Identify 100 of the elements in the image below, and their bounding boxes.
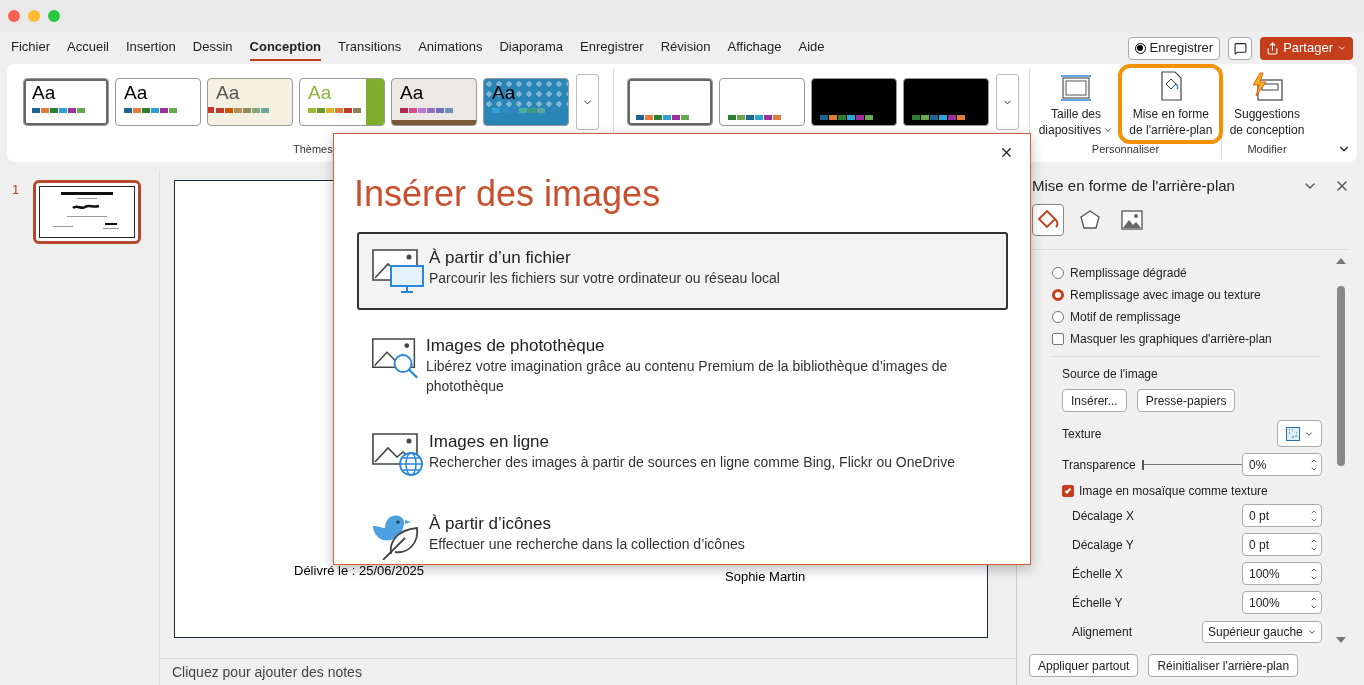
- variant-thumbnail[interactable]: [811, 78, 897, 126]
- theme-thumbnail[interactable]: Aa: [483, 78, 569, 126]
- option-label: Image en mosaïque comme texture: [1079, 483, 1268, 500]
- pane-button[interactable]: Presse-papiers: [1136, 389, 1236, 412]
- menu-tab[interactable]: Diaporama: [499, 35, 564, 61]
- pane-title: Mise en forme de l'arrière-plan: [1032, 175, 1235, 196]
- texture-icon: [1285, 426, 1300, 441]
- menu-tab[interactable]: Fichier: [11, 35, 50, 61]
- option-description: Parcourir les fichiers sur votre ordinateur ou réseau local: [429, 269, 780, 288]
- spin-field[interactable]: 0 pt: [1242, 504, 1322, 527]
- spin-field[interactable]: 0%: [1242, 453, 1322, 476]
- insert-option[interactable]: À partir d’un fichier Parcourir les fichiers sur votre ordinateur ou réseau local: [357, 232, 1008, 310]
- group-label: Thèmes: [293, 141, 334, 157]
- menu-tab[interactable]: Révision: [660, 35, 711, 61]
- option-description: Rechercher des images à partir de sources en ligne comme Bing, Flickr ou OneDrive: [429, 453, 955, 472]
- caret-icon: [1103, 125, 1114, 135]
- dialog-title: Insérer des images: [354, 172, 662, 216]
- theme-thumbnail[interactable]: Aa: [391, 78, 477, 126]
- pentagon-icon: [1078, 208, 1102, 232]
- theme-sample-text: Aa: [124, 81, 148, 105]
- field-value: 0 pt: [1249, 507, 1269, 525]
- theme-sample-text: Aa: [492, 81, 516, 105]
- button-label: Mise en forme: [1132, 106, 1209, 122]
- menu-tab[interactable]: Conception: [249, 35, 322, 61]
- button-label: Taille des: [1050, 106, 1101, 122]
- option-title: À partir d’icônes: [429, 514, 552, 534]
- spin-field[interactable]: 0 pt: [1242, 533, 1322, 556]
- pane-button[interactable]: Appliquer partout: [1029, 654, 1139, 677]
- ribbon-button[interactable]: Taille des diapositives: [1032, 68, 1120, 138]
- notes-field[interactable]: Cliquez pour ajouter des notes: [172, 661, 572, 683]
- field-label: Échelle Y: [1072, 594, 1123, 612]
- option-title: Images de photothèque: [425, 336, 606, 356]
- menu-tab[interactable]: Dessin: [192, 35, 233, 61]
- scrollbar[interactable]: [1336, 258, 1346, 643]
- share-button[interactable]: Partager: [1260, 36, 1353, 60]
- button-label: de conception: [1229, 122, 1305, 138]
- theme-thumbnail[interactable]: Aa: [207, 78, 293, 126]
- pane-button[interactable]: Insérer...: [1062, 389, 1127, 412]
- theme-thumbnail[interactable]: Aa: [115, 78, 201, 126]
- radio-button[interactable]: [1052, 267, 1064, 279]
- menu-tab[interactable]: Affichage: [727, 35, 782, 61]
- option-label: Motif de remplissage: [1070, 309, 1181, 326]
- pane-tab[interactable]: [1032, 204, 1064, 236]
- field-label: Transparence: [1062, 456, 1137, 474]
- field-label: Texture: [1062, 425, 1102, 443]
- option-title: À partir d’un fichier: [429, 248, 572, 268]
- field-label: Échelle X: [1072, 565, 1123, 583]
- alignment-dropdown[interactable]: Supérieur gauche: [1202, 620, 1322, 643]
- ribbon-button[interactable]: Suggestions de conception: [1223, 68, 1311, 138]
- radio-button[interactable]: [1052, 289, 1064, 301]
- menu-tab[interactable]: Aide: [798, 35, 825, 61]
- insert-option[interactable]: Images de photothèque Libérez votre imagination grâce au contenu Premium de la bibliothèque d’images de photothèque: [357, 320, 1008, 406]
- menu-tab[interactable]: Insertion: [125, 35, 176, 61]
- theme-sample-text: Aa: [216, 81, 240, 105]
- insert-option[interactable]: Images en ligne Rechercher des images à partir de sources en ligne comme Bing, Flickr ou OneDrive: [357, 416, 1008, 488]
- group-label: Modifier: [1247, 141, 1287, 157]
- comment-icon: [1233, 41, 1247, 55]
- lightning-layout-icon: [1250, 72, 1284, 102]
- pane-button[interactable]: Réinitialiser l'arrière-plan: [1148, 654, 1299, 677]
- caret-icon: [1337, 43, 1347, 53]
- checkbox[interactable]: [1052, 333, 1064, 345]
- section-label: Source de l'image: [1062, 366, 1159, 383]
- slide-text: Sophie Martin: [725, 568, 806, 586]
- picture-icon: [1120, 208, 1144, 232]
- texture-dropdown[interactable]: [1277, 420, 1322, 447]
- option-title: Images en ligne: [429, 432, 551, 452]
- option-label: Remplissage dégradé: [1070, 265, 1187, 282]
- comments-button[interactable]: [1228, 36, 1253, 60]
- group-label: Personnaliser: [1091, 141, 1160, 157]
- slide-text: Délivré le : 25/06/2025: [294, 562, 425, 580]
- variant-thumbnail[interactable]: [719, 78, 805, 126]
- transparency-slider[interactable]: [1142, 459, 1242, 470]
- menu-tab[interactable]: Accueil: [67, 35, 109, 61]
- spin-field[interactable]: 100%: [1242, 562, 1322, 585]
- button-label: Suggestions: [1233, 106, 1300, 122]
- theme-sample-text: Aa: [400, 81, 424, 105]
- side-stripe: [366, 79, 384, 125]
- accent-mark: [208, 107, 214, 113]
- radio-button[interactable]: [1052, 311, 1064, 323]
- option-label: Masquer les graphiques d'arrière-plan: [1070, 331, 1272, 348]
- share-icon: [1266, 41, 1280, 55]
- variant-thumbnail[interactable]: [903, 78, 989, 126]
- menu-tab[interactable]: Transitions: [338, 35, 402, 61]
- slide-thumbnail[interactable]: [33, 180, 141, 244]
- variant-thumbnail[interactable]: [627, 78, 713, 126]
- theme-thumbnail[interactable]: Aa: [23, 78, 109, 126]
- field-label: Décalage X: [1072, 507, 1135, 525]
- button-label: diapositives: [1038, 122, 1114, 138]
- theme-sample-text: Aa: [32, 81, 56, 105]
- menu-tab[interactable]: Enregistrer: [580, 35, 644, 61]
- field-value: 100%: [1249, 565, 1280, 583]
- menu-tab[interactable]: Animations: [418, 35, 483, 61]
- ribbon-button[interactable]: Mise en forme de l'arrière-plan: [1123, 68, 1219, 138]
- spin-field[interactable]: 100%: [1242, 591, 1322, 614]
- record-button[interactable]: Enregistrer: [1127, 36, 1221, 60]
- field-value: 100%: [1249, 594, 1280, 612]
- slide-number: 1: [11, 181, 21, 199]
- button-label: de l'arrière-plan: [1129, 122, 1213, 138]
- checkbox[interactable]: [1062, 485, 1074, 497]
- field-label: Décalage Y: [1072, 536, 1134, 554]
